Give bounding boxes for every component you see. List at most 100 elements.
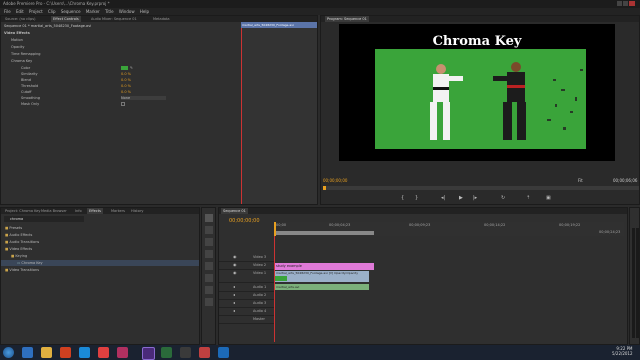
ripple-edit-tool-icon[interactable] — [205, 238, 213, 246]
tab-effects[interactable]: Effects — [87, 208, 103, 214]
tab-media-browser[interactable]: Media Browser — [39, 208, 69, 214]
tab-sequence-01[interactable]: Sequence 01 — [221, 208, 248, 214]
razor-tool-icon[interactable] — [205, 250, 213, 258]
tab-history[interactable]: History — [129, 208, 145, 214]
close-icon[interactable] — [629, 1, 635, 6]
tab-info[interactable]: Info — [73, 208, 84, 214]
menu-clip[interactable]: Clip — [48, 8, 56, 15]
eye-icon[interactable]: ◉ — [233, 270, 237, 275]
track-video-2[interactable]: ◉ Video 2 — [219, 262, 274, 270]
smoothing-dropdown[interactable]: None — [121, 96, 166, 100]
zoom-tool-icon[interactable] — [205, 298, 213, 306]
track-audio-4[interactable]: ◂ Audio 4 — [219, 308, 274, 316]
tab-source[interactable]: Source: (no clips) — [3, 16, 37, 22]
menu-sequence[interactable]: Sequence — [61, 8, 81, 15]
minimize-icon[interactable] — [617, 1, 622, 6]
program-playhead[interactable] — [323, 186, 326, 190]
export-frame-icon[interactable]: ▣ — [546, 195, 551, 201]
menu-project[interactable]: Project — [29, 8, 43, 15]
track-video-1[interactable]: ◉ Video 1 — [219, 270, 274, 283]
track-video-3[interactable]: ◉ Video 3 — [219, 254, 274, 262]
tree-item-video-effects[interactable]: ■ Video Effects — [1, 246, 199, 252]
word-icon[interactable] — [218, 347, 229, 358]
eye-icon[interactable]: ◉ — [233, 254, 237, 259]
audio-meters — [629, 207, 640, 345]
fighter-white — [430, 64, 463, 140]
premiere-icon[interactable] — [142, 347, 155, 360]
skype-icon[interactable] — [79, 347, 90, 358]
play-icon[interactable]: ▶ — [459, 195, 463, 201]
media-player-icon[interactable] — [60, 347, 71, 358]
step-back-icon[interactable]: ◂| — [441, 195, 445, 201]
audio-clip[interactable]: martial_arts.avi — [274, 284, 369, 290]
color-swatch[interactable] — [121, 66, 128, 70]
menu-file[interactable]: File — [4, 8, 11, 15]
start-button-icon[interactable] — [3, 347, 14, 358]
excel-icon[interactable] — [161, 347, 172, 358]
audio-meter-left — [632, 228, 635, 338]
timeline-ruler[interactable]: 00;00 00;00;04;23 00;00;09;23 00;00;14;2… — [274, 222, 624, 236]
effects-search-input[interactable]: chroma — [4, 216, 84, 222]
menu-help[interactable]: Help — [140, 8, 149, 15]
tree-item-video-transitions[interactable]: ■ Video Transitions — [1, 267, 199, 273]
title-clip[interactable]: study example — [274, 263, 374, 270]
program-viewer[interactable]: Chroma Key — [339, 24, 615, 161]
greenscreen-video — [375, 49, 586, 149]
timeline-playhead[interactable] — [274, 222, 276, 236]
step-forward-icon[interactable]: |▸ — [473, 195, 477, 201]
tab-effect-controls[interactable]: Effect Controls — [51, 16, 81, 22]
slip-tool-icon[interactable] — [205, 262, 213, 270]
folder-icon[interactable] — [41, 347, 52, 358]
ruler-label: 00;00;14;22 — [484, 223, 506, 227]
effects-panel: Project: Chroma Key Media Browser Info E… — [0, 207, 200, 345]
speaker-icon[interactable]: ◂ — [233, 308, 235, 313]
track-audio-1[interactable]: ◂ Audio 1 — [219, 284, 274, 292]
firefox-icon[interactable] — [117, 347, 128, 358]
menu-marker[interactable]: Marker — [86, 8, 100, 15]
mask-only-checkbox[interactable] — [121, 102, 125, 106]
tree-item-chroma-key[interactable]: ▭ Chroma Key — [1, 260, 199, 266]
tab-program[interactable]: Program: Sequence 01 — [325, 16, 369, 22]
tab-metadata[interactable]: Metadata — [151, 16, 172, 22]
eye-icon[interactable]: ◉ — [233, 262, 237, 267]
loop-icon[interactable]: ↻ — [501, 195, 505, 201]
ie-icon[interactable] — [22, 347, 33, 358]
mark-in-icon[interactable]: { — [401, 195, 404, 201]
tree-item-audio-transitions[interactable]: ■ Audio Transitions — [1, 239, 199, 245]
tab-audio-mixer[interactable]: Audio Mixer: Sequence 01 — [89, 16, 139, 22]
tab-markers[interactable]: Markers — [109, 208, 127, 214]
work-area-bar[interactable] — [274, 231, 374, 235]
selection-tool-icon[interactable] — [205, 214, 213, 222]
tree-item-keying[interactable]: ■ Keying — [1, 253, 199, 259]
program-scrubber[interactable] — [323, 186, 639, 190]
program-fit-dropdown[interactable]: Fit — [578, 178, 583, 183]
timeline-timecode[interactable]: 00;00;00;00 — [229, 218, 260, 224]
chrome-icon[interactable] — [98, 347, 109, 358]
tab-project[interactable]: Project: Chroma Key — [3, 208, 42, 214]
track-audio-2[interactable]: ◂ Audio 2 — [219, 292, 274, 300]
program-timecode-left[interactable]: 00;00;00;00 — [323, 178, 347, 183]
ruler-label: 00;00;24;23 — [599, 230, 621, 234]
track-select-tool-icon[interactable] — [205, 226, 213, 234]
lift-icon[interactable]: ⇡ — [526, 195, 530, 201]
taskbar-clock[interactable]: 9:22 PM 5/22/2012 — [612, 346, 633, 356]
hand-tool-icon[interactable] — [205, 286, 213, 294]
speaker-icon[interactable]: ◂ — [233, 292, 235, 297]
maximize-icon[interactable] — [623, 1, 628, 6]
track-master[interactable]: Master — [219, 316, 274, 324]
menu-title[interactable]: Title — [105, 8, 114, 15]
recorder-icon[interactable] — [199, 347, 210, 358]
window-controls[interactable] — [617, 1, 637, 7]
mark-out-icon[interactable]: } — [415, 195, 418, 201]
app-icon[interactable] — [180, 347, 191, 358]
speaker-icon[interactable]: ◂ — [233, 284, 235, 289]
tree-item-presets[interactable]: ■ Presets — [1, 225, 199, 231]
pen-tool-icon[interactable] — [205, 274, 213, 282]
track-audio-3[interactable]: ◂ Audio 3 — [219, 300, 274, 308]
video-clip[interactable]: martial_arts_5048230_Footage.avi [V] Opa… — [274, 271, 369, 282]
effect-playhead[interactable] — [241, 28, 242, 204]
speaker-icon[interactable]: ◂ — [233, 300, 235, 305]
menu-edit[interactable]: Edit — [16, 8, 24, 15]
tree-item-audio-effects[interactable]: ■ Audio Effects — [1, 232, 199, 238]
menu-window[interactable]: Window — [119, 8, 135, 15]
